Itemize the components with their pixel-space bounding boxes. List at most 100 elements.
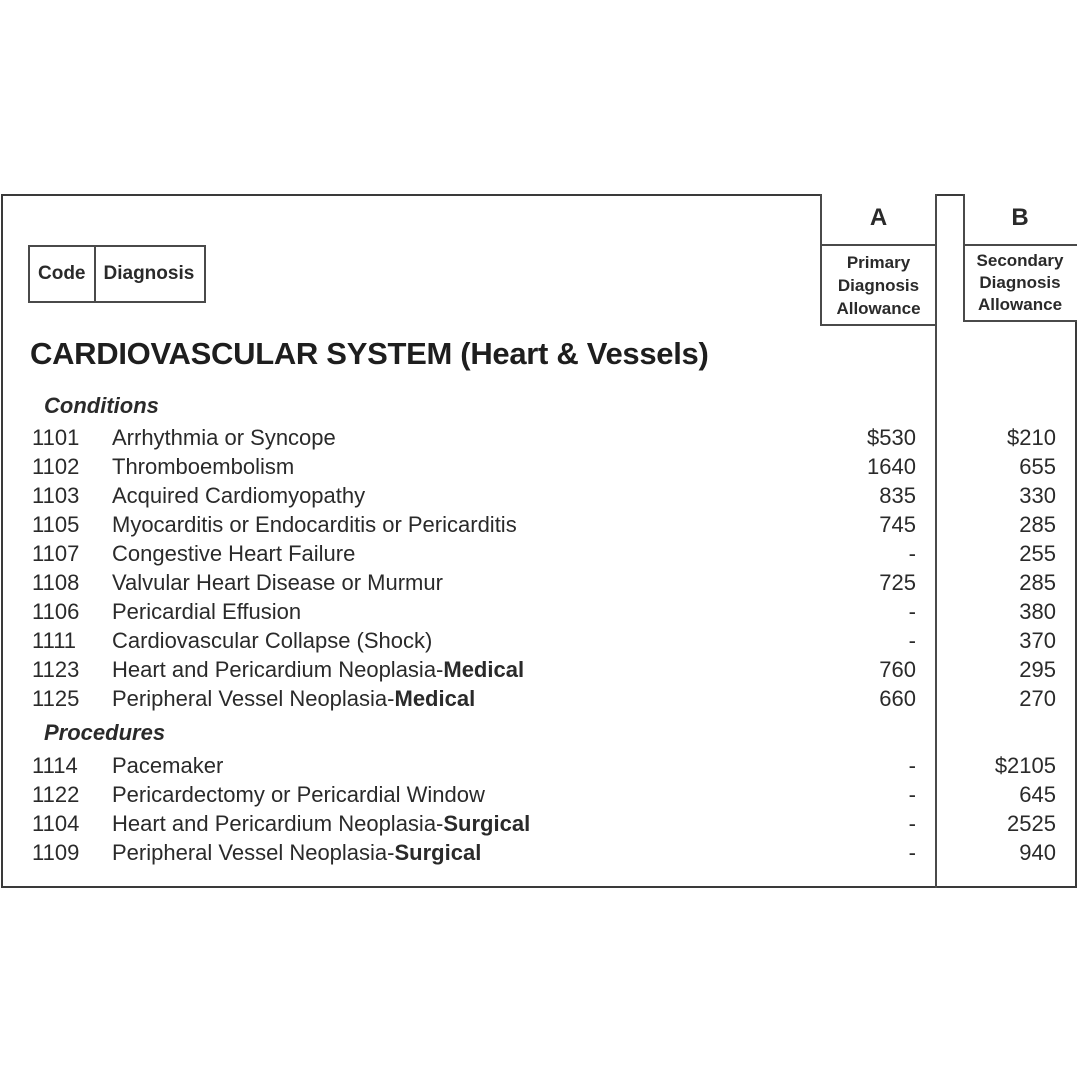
row-diagnosis: Heart and Pericardium Neoplasia-Medical bbox=[112, 657, 524, 683]
row-diagnosis-suffix: Medical bbox=[443, 657, 525, 682]
row-code: 1108 bbox=[32, 570, 80, 595]
row-diagnosis-text: Congestive Heart Failure bbox=[112, 541, 356, 566]
table-row: 1111 Cardiovascular Collapse (Shock) - 370 bbox=[0, 628, 1080, 657]
row-code: 1107 bbox=[32, 541, 80, 566]
column-a-header-line: Diagnosis bbox=[837, 276, 920, 295]
row-diagnosis: Pericardectomy or Pericardial Window bbox=[112, 782, 485, 808]
column-a-header-line: Allowance bbox=[836, 299, 921, 318]
row-secondary-allowance: 2525 bbox=[1007, 811, 1056, 836]
table-row: 1122 Pericardectomy or Pericardial Window… bbox=[0, 782, 1080, 811]
column-b-letter: B bbox=[1011, 204, 1029, 231]
row-diagnosis-text: Thromboembolism bbox=[112, 454, 295, 479]
row-code: 1105 bbox=[32, 512, 80, 537]
row-code: 1123 bbox=[32, 657, 80, 682]
row-primary-allowance: - bbox=[908, 811, 916, 836]
row-primary-allowance: 1640 bbox=[867, 454, 916, 479]
row-diagnosis-text: Cardiovascular Collapse (Shock) bbox=[112, 628, 433, 653]
column-b-header-line: Secondary bbox=[976, 251, 1064, 270]
row-diagnosis: Heart and Pericardium Neoplasia-Surgical bbox=[112, 811, 530, 837]
row-secondary-allowance: 655 bbox=[1019, 454, 1056, 479]
row-diagnosis-suffix: Surgical bbox=[394, 840, 482, 865]
row-diagnosis: Valvular Heart Disease or Murmur bbox=[112, 570, 443, 596]
row-primary-allowance: - bbox=[908, 753, 916, 778]
row-diagnosis: Arrhythmia or Syncope bbox=[112, 425, 336, 451]
row-secondary-allowance: 295 bbox=[1019, 657, 1056, 682]
column-a-letter: A bbox=[869, 204, 888, 231]
row-code: 1102 bbox=[32, 454, 80, 479]
table-row: 1123 Heart and Pericardium Neoplasia-Medi… bbox=[0, 657, 1080, 686]
row-secondary-allowance: 270 bbox=[1019, 686, 1056, 711]
row-primary-allowance: 725 bbox=[879, 570, 916, 595]
row-diagnosis-suffix: Medical bbox=[394, 686, 476, 711]
table-row: 1103 Acquired Cardiomyopathy 835 330 bbox=[0, 483, 1080, 512]
table-row: 1125 Peripheral Vessel Neoplasia-Medical 6… bbox=[0, 686, 1080, 715]
row-secondary-allowance: 940 bbox=[1019, 840, 1056, 865]
row-secondary-allowance: 645 bbox=[1019, 782, 1056, 807]
group-heading: Procedures bbox=[44, 720, 166, 745]
row-primary-allowance: - bbox=[908, 599, 916, 624]
table-row: 1106 Pericardial Effusion - 380 bbox=[0, 599, 1080, 628]
row-diagnosis: Pacemaker bbox=[112, 753, 223, 779]
row-secondary-allowance: 285 bbox=[1019, 570, 1056, 595]
row-diagnosis-text: Heart and Pericardium Neoplasia- bbox=[112, 811, 444, 836]
row-diagnosis-text: Peripheral Vessel Neoplasia- bbox=[112, 840, 395, 865]
row-diagnosis-text: Pericardial Effusion bbox=[112, 599, 302, 624]
row-diagnosis: Peripheral Vessel Neoplasia-Medical bbox=[112, 686, 475, 712]
row-code: 1125 bbox=[32, 686, 80, 711]
row-primary-allowance: - bbox=[908, 541, 916, 566]
row-diagnosis-text: Peripheral Vessel Neoplasia- bbox=[112, 686, 395, 711]
column-b-header: Secondary Diagnosis Allowance bbox=[963, 250, 1077, 316]
row-diagnosis-text: Myocarditis or Endocarditis or Pericardi… bbox=[112, 512, 517, 537]
code-diagnosis-header: Code Diagnosis bbox=[28, 245, 207, 303]
row-diagnosis-text: Valvular Heart Disease or Murmur bbox=[112, 570, 443, 595]
row-primary-allowance: - bbox=[908, 782, 916, 807]
column-b-header-line: Diagnosis bbox=[979, 273, 1061, 292]
row-code: 1103 bbox=[32, 483, 80, 508]
row-diagnosis-text: Pericardectomy or Pericardial Window bbox=[112, 782, 485, 807]
table-row: 1104 Heart and Pericardium Neoplasia-Surg… bbox=[0, 811, 1080, 840]
row-diagnosis-text: Heart and Pericardium Neoplasia- bbox=[112, 657, 444, 682]
row-diagnosis: Pericardial Effusion bbox=[112, 599, 301, 625]
row-primary-allowance: 660 bbox=[879, 686, 916, 711]
row-diagnosis: Acquired Cardiomyopathy bbox=[112, 483, 365, 509]
row-secondary-allowance: $2105 bbox=[994, 753, 1056, 778]
row-diagnosis-text: Arrhythmia or Syncope bbox=[112, 425, 336, 450]
row-diagnosis: Cardiovascular Collapse (Shock) bbox=[112, 628, 432, 654]
row-diagnosis-suffix: Surgical bbox=[443, 811, 531, 836]
row-secondary-allowance: 380 bbox=[1019, 599, 1056, 624]
row-primary-allowance: 835 bbox=[879, 483, 916, 508]
row-diagnosis: Thromboembolism bbox=[112, 454, 294, 480]
row-primary-allowance: 745 bbox=[879, 512, 916, 537]
row-diagnosis: Congestive Heart Failure bbox=[112, 541, 355, 567]
row-primary-allowance: 760 bbox=[879, 657, 916, 682]
row-code: 1122 bbox=[32, 782, 80, 807]
table-row: 1105 Myocarditis or Endocarditis or Peric… bbox=[0, 512, 1080, 541]
row-diagnosis: Myocarditis or Endocarditis or Pericardi… bbox=[112, 512, 517, 538]
code-header: Code bbox=[38, 263, 86, 284]
table-row: 1109 Peripheral Vessel Neoplasia-Surgical… bbox=[0, 840, 1080, 869]
row-primary-allowance: - bbox=[908, 840, 916, 865]
row-primary-allowance: $530 bbox=[867, 425, 916, 450]
row-secondary-allowance: 285 bbox=[1019, 512, 1056, 537]
row-diagnosis-text: Pacemaker bbox=[112, 753, 224, 778]
row-secondary-allowance: 330 bbox=[1019, 483, 1056, 508]
column-a-header-line: Primary bbox=[846, 253, 911, 272]
row-code: 1104 bbox=[32, 811, 80, 836]
table-row: 1107 Congestive Heart Failure - 255 bbox=[0, 541, 1080, 570]
row-primary-allowance: - bbox=[908, 628, 916, 653]
table-row: 1108 Valvular Heart Disease or Murmur 725 2… bbox=[0, 570, 1080, 599]
group-heading: Conditions bbox=[44, 393, 159, 418]
column-b-header-line: Allowance bbox=[977, 295, 1063, 314]
row-secondary-allowance: 370 bbox=[1019, 628, 1056, 653]
row-code: 1106 bbox=[32, 599, 80, 624]
row-secondary-allowance: $210 bbox=[1007, 425, 1056, 450]
row-code: 1109 bbox=[32, 840, 80, 865]
section-title: CARDIOVASCULAR SYSTEM (Heart & Vessels) bbox=[30, 336, 709, 371]
table-row: 1102 Thromboembolism 1640 655 bbox=[0, 454, 1080, 483]
row-diagnosis-text: Acquired Cardiomyopathy bbox=[112, 483, 366, 508]
row-diagnosis: Peripheral Vessel Neoplasia-Surgical bbox=[112, 840, 481, 866]
row-code: 1114 bbox=[32, 753, 78, 778]
row-secondary-allowance: 255 bbox=[1019, 541, 1056, 566]
table-row: 1114 Pacemaker - $2105 bbox=[0, 753, 1080, 782]
row-code: 1101 bbox=[32, 425, 80, 450]
